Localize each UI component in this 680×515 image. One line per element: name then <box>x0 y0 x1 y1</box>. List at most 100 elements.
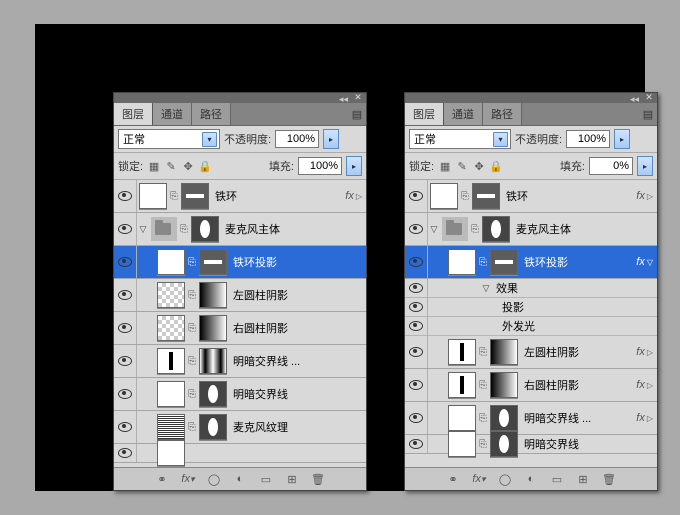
collapse-icon[interactable]: ◂◂ <box>339 94 348 105</box>
adjustment-layer-icon[interactable]: ◐ <box>524 472 538 486</box>
layer-mask-thumb[interactable] <box>199 414 227 440</box>
disclose-icon[interactable]: ▽ <box>137 224 149 235</box>
opacity-input[interactable]: 100% <box>566 130 610 148</box>
lock-position-icon[interactable]: ✥ <box>472 159 486 173</box>
layer-name[interactable]: 明暗交界线 <box>233 386 288 402</box>
fx-menu-icon[interactable]: fx▾ <box>181 472 195 486</box>
layer-mask-thumb[interactable] <box>191 216 219 242</box>
layer-row[interactable]: ⎘左圆柱阴影fx▷ <box>405 336 657 369</box>
blend-mode-select[interactable]: 正常▾ <box>118 129 220 149</box>
layer-name[interactable]: 右圆柱阴影 <box>524 377 579 393</box>
layer-mask-thumb[interactable] <box>199 249 227 275</box>
layer-mask-thumb[interactable] <box>490 405 518 431</box>
effect-outer[interactable]: 外发光 <box>405 317 657 336</box>
layer-thumb[interactable] <box>430 183 458 209</box>
layers-list[interactable]: ⎘铁环fx▷▽⎘麦克风主体⎘铁环投影⎘左圆柱阴影⎘右圆柱阴影⎘明暗交界线 ...… <box>114 180 366 482</box>
layer-row[interactable]: ⎘明暗交界线 ...fx▷ <box>405 402 657 435</box>
tab-paths[interactable]: 路径 <box>483 103 522 125</box>
layer-thumb[interactable] <box>139 183 167 209</box>
layer-row[interactable]: ⎘铁环fx▷ <box>114 180 366 213</box>
layer-row[interactable]: ⎘明暗交界线 ... <box>114 345 366 378</box>
visibility-toggle[interactable] <box>114 279 137 311</box>
layer-thumb[interactable] <box>157 282 185 308</box>
layer-thumb[interactable] <box>157 381 185 407</box>
new-group-icon[interactable]: ▭ <box>259 472 273 486</box>
disclose-icon[interactable]: ▽ <box>428 224 440 235</box>
visibility-toggle[interactable] <box>405 336 428 368</box>
layer-thumb[interactable] <box>448 372 476 398</box>
layer-row[interactable]: ▽⎘麦克风主体 <box>114 213 366 246</box>
effect-drop[interactable]: 投影 <box>405 298 657 317</box>
new-layer-icon[interactable]: ⊞ <box>285 472 299 486</box>
layer-name[interactable]: 铁环 <box>506 188 528 204</box>
blend-mode-select[interactable]: 正常▾ <box>409 129 511 149</box>
link-layers-icon[interactable]: ⚭ <box>446 472 460 486</box>
effects-header[interactable]: ▽效果 <box>405 279 657 298</box>
collapse-icon[interactable]: ◂◂ <box>630 94 639 105</box>
layer-mask-thumb[interactable] <box>199 315 227 341</box>
layer-row[interactable]: ⎘右圆柱阴影fx▷ <box>405 369 657 402</box>
visibility-toggle[interactable] <box>405 246 428 278</box>
layer-row[interactable] <box>114 444 366 463</box>
visibility-toggle[interactable] <box>114 180 137 212</box>
tab-channels[interactable]: 通道 <box>153 103 192 125</box>
fill-slider-icon[interactable]: ▸ <box>637 156 653 176</box>
fx-badge[interactable]: fx▽ <box>636 256 653 268</box>
lock-position-icon[interactable]: ✥ <box>181 159 195 173</box>
visibility-toggle[interactable] <box>114 444 137 462</box>
close-icon[interactable]: ✕ <box>644 93 654 101</box>
layer-mask-thumb[interactable] <box>490 431 518 457</box>
layer-thumb[interactable] <box>448 431 476 457</box>
layers-list[interactable]: ⎘铁环fx▷▽⎘麦克风主体⎘铁环投影fx▽▽效果投影外发光⎘左圆柱阴影fx▷⎘右… <box>405 180 657 482</box>
visibility-toggle[interactable] <box>114 312 137 344</box>
layer-thumb[interactable] <box>157 414 185 440</box>
layer-row[interactable]: ⎘左圆柱阴影 <box>114 279 366 312</box>
panel-menu-icon[interactable]: ▤ <box>639 103 657 125</box>
layer-mask-thumb[interactable] <box>199 282 227 308</box>
fx-badge[interactable]: fx▷ <box>636 379 653 391</box>
layer-row[interactable]: ⎘明暗交界线 <box>405 435 657 454</box>
layer-mask-thumb[interactable] <box>490 372 518 398</box>
layer-mask-thumb[interactable] <box>490 249 518 275</box>
lock-pixels-icon[interactable]: ✎ <box>164 159 178 173</box>
layer-mask-thumb[interactable] <box>482 216 510 242</box>
lock-all-icon[interactable]: 🔒 <box>198 159 212 173</box>
visibility-toggle[interactable] <box>114 345 137 377</box>
layer-name[interactable]: 明暗交界线 ... <box>524 410 591 426</box>
visibility-toggle[interactable] <box>114 411 137 443</box>
tab-paths[interactable]: 路径 <box>192 103 231 125</box>
lock-all-icon[interactable]: 🔒 <box>489 159 503 173</box>
layer-name[interactable]: 右圆柱阴影 <box>233 320 288 336</box>
lock-transparency-icon[interactable]: ▦ <box>438 159 452 173</box>
lock-pixels-icon[interactable]: ✎ <box>455 159 469 173</box>
layer-name[interactable]: 左圆柱阴影 <box>524 344 579 360</box>
visibility-toggle[interactable] <box>114 378 137 410</box>
visibility-toggle[interactable] <box>405 180 428 212</box>
layer-name[interactable]: 明暗交界线 <box>524 436 579 452</box>
opacity-slider-icon[interactable]: ▸ <box>614 129 630 149</box>
add-mask-icon[interactable]: ◯ <box>207 472 221 486</box>
fill-input[interactable]: 0% <box>589 157 633 175</box>
layer-row[interactable]: ▽⎘麦克风主体 <box>405 213 657 246</box>
layer-thumb[interactable] <box>448 249 476 275</box>
layer-thumb[interactable] <box>157 315 185 341</box>
link-layers-icon[interactable]: ⚭ <box>155 472 169 486</box>
layer-name[interactable]: 麦克风纹理 <box>233 419 288 435</box>
opacity-input[interactable]: 100% <box>275 130 319 148</box>
layer-name[interactable]: 铁环投影 <box>524 254 568 270</box>
layer-row[interactable]: ⎘右圆柱阴影 <box>114 312 366 345</box>
visibility-toggle[interactable] <box>114 213 137 245</box>
tab-layers[interactable]: 图层 <box>114 103 153 125</box>
layer-mask-thumb[interactable] <box>181 183 209 209</box>
new-layer-icon[interactable]: ⊞ <box>576 472 590 486</box>
visibility-toggle[interactable] <box>405 213 428 245</box>
lock-transparency-icon[interactable]: ▦ <box>147 159 161 173</box>
layer-name[interactable]: 麦克风主体 <box>516 221 571 237</box>
add-mask-icon[interactable]: ◯ <box>498 472 512 486</box>
fill-slider-icon[interactable]: ▸ <box>346 156 362 176</box>
fx-badge[interactable]: fx▷ <box>636 190 653 202</box>
fill-input[interactable]: 100% <box>298 157 342 175</box>
layer-row[interactable]: ⎘麦克风纹理 <box>114 411 366 444</box>
fx-badge[interactable]: fx▷ <box>345 190 362 202</box>
layer-thumb[interactable] <box>157 249 185 275</box>
